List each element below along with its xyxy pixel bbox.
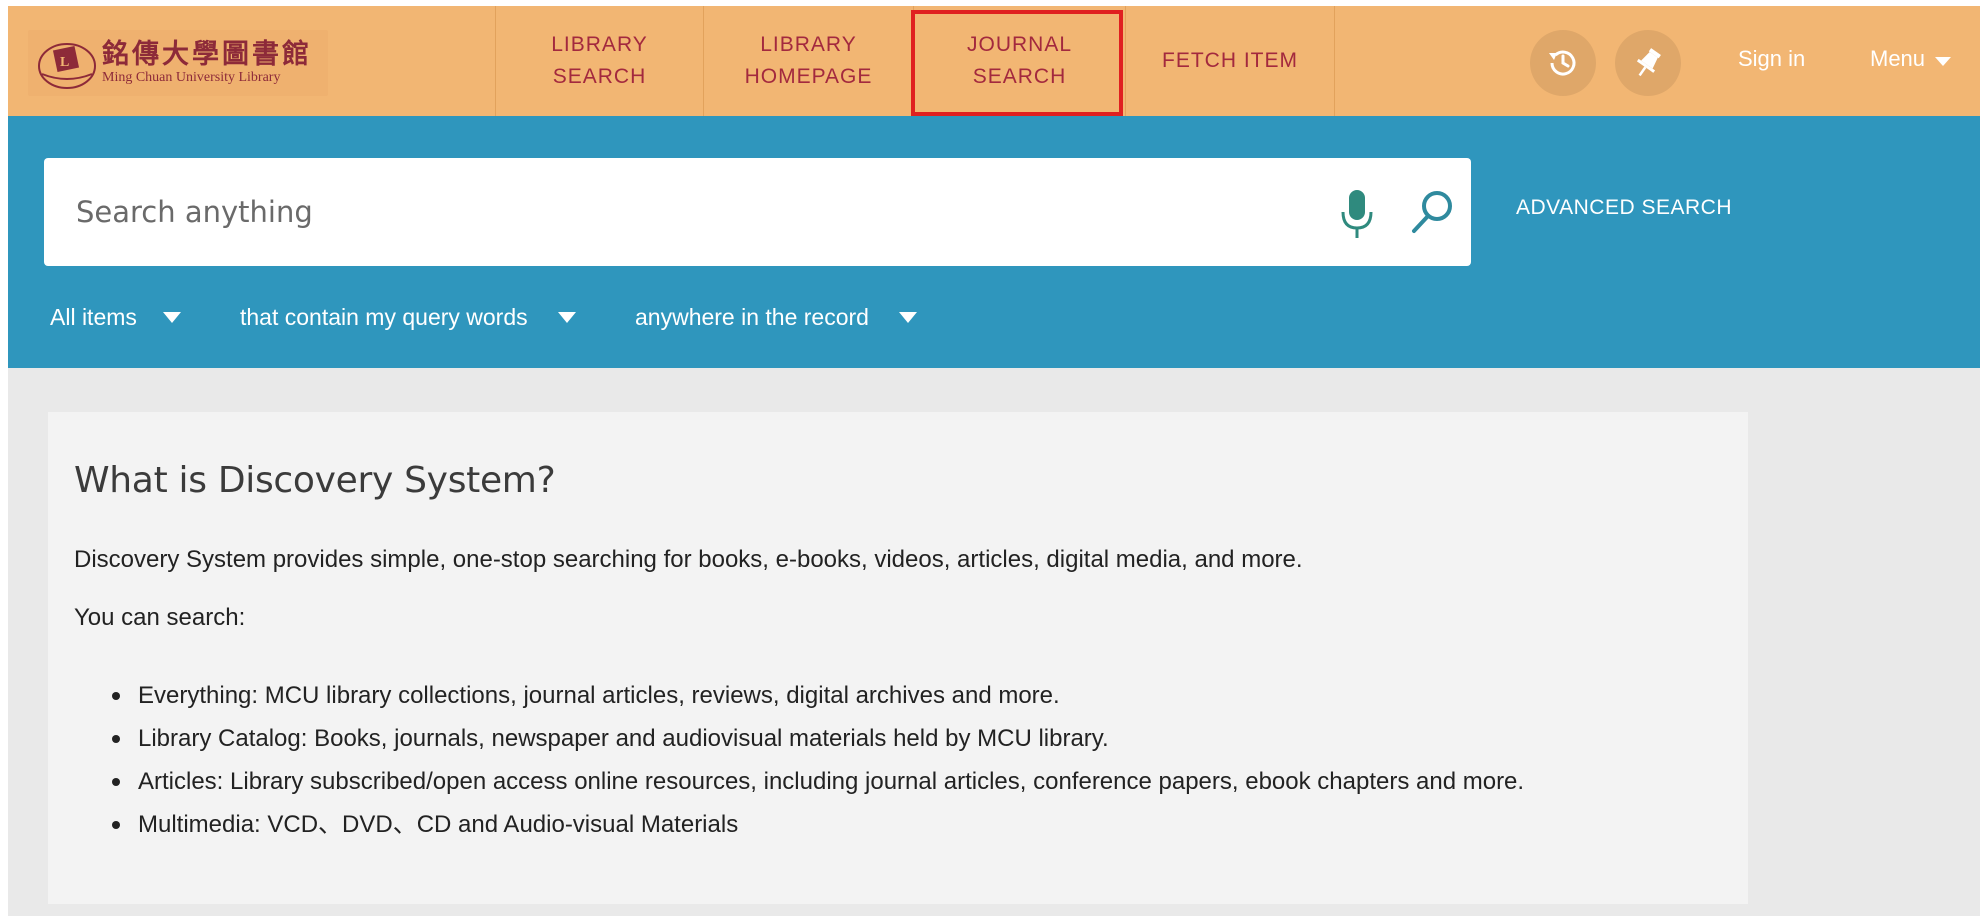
search-icon[interactable] [1406,186,1458,238]
caret-down-icon [898,312,917,323]
university-emblem-icon: L [38,43,96,89]
scope-value: All items [50,304,137,330]
nav-library-homepage-label: LIBRARY HOMEPAGE [744,33,873,88]
list-item: Everything: MCU library collections, jou… [112,674,1524,717]
search-input[interactable] [76,158,1336,266]
microphone-icon[interactable] [1334,186,1380,242]
left-border [0,0,8,916]
match-type-dropdown[interactable]: that contain my query words [240,304,576,331]
logo-chinese-name: 銘傳大學圖書館 [102,39,312,70]
nav-library-search-label: LIBRARY SEARCH [551,33,648,88]
search-scope-list: Everything: MCU library collections, jou… [112,674,1524,846]
card-you-can-search: You can search: [74,604,246,631]
saved-items-button[interactable] [1615,30,1681,96]
pin-icon [1636,48,1661,77]
scope-dropdown[interactable]: All items [50,304,181,331]
list-item: Multimedia: VCD、DVD、CD and Audio-visual … [112,803,1524,846]
search-history-button[interactable] [1530,30,1596,96]
top-navigation-bar: L 銘傳大學圖書館 Ming Chuan University Library … [8,6,1980,116]
search-bar-section: ADVANCED SEARCH All items that contain m… [8,116,1980,368]
caret-down-icon [557,312,576,323]
advanced-search-link[interactable]: ADVANCED SEARCH [1516,196,1732,220]
field-value: anywhere in the record [635,304,869,330]
logo-english-name: Ming Chuan University Library [102,70,281,85]
menu-dropdown[interactable]: Menu [1870,46,1952,72]
library-logo[interactable]: L 銘傳大學圖書館 Ming Chuan University Library [28,30,328,96]
nav-library-homepage[interactable]: LIBRARY HOMEPAGE [703,6,913,116]
menu-label: Menu [1870,46,1926,71]
search-box [44,158,1471,266]
caret-down-icon [1935,56,1952,66]
svg-text:L: L [60,55,69,70]
list-item: Articles: Library subscribed/open access… [112,760,1524,803]
history-icon [1549,50,1576,76]
discovery-info-card: What is Discovery System? Discovery Syst… [48,412,1748,904]
match-type-value: that contain my query words [240,304,528,330]
card-description: Discovery System provides simple, one-st… [74,546,1303,573]
field-dropdown[interactable]: anywhere in the record [635,304,917,331]
nav-library-search[interactable]: LIBRARY SEARCH [495,6,703,116]
nav-fetch-item[interactable]: FETCH ITEM [1125,6,1335,116]
sign-in-link[interactable]: Sign in [1738,46,1805,72]
nav-journal-search-label: JOURNAL SEARCH [966,33,1073,88]
nav-journal-search[interactable]: JOURNAL SEARCH [913,6,1125,116]
nav-fetch-item-label: FETCH ITEM [1162,49,1298,72]
caret-down-icon [162,312,181,323]
list-item: Library Catalog: Books, journals, newspa… [112,717,1524,760]
card-title: What is Discovery System? [74,460,556,501]
